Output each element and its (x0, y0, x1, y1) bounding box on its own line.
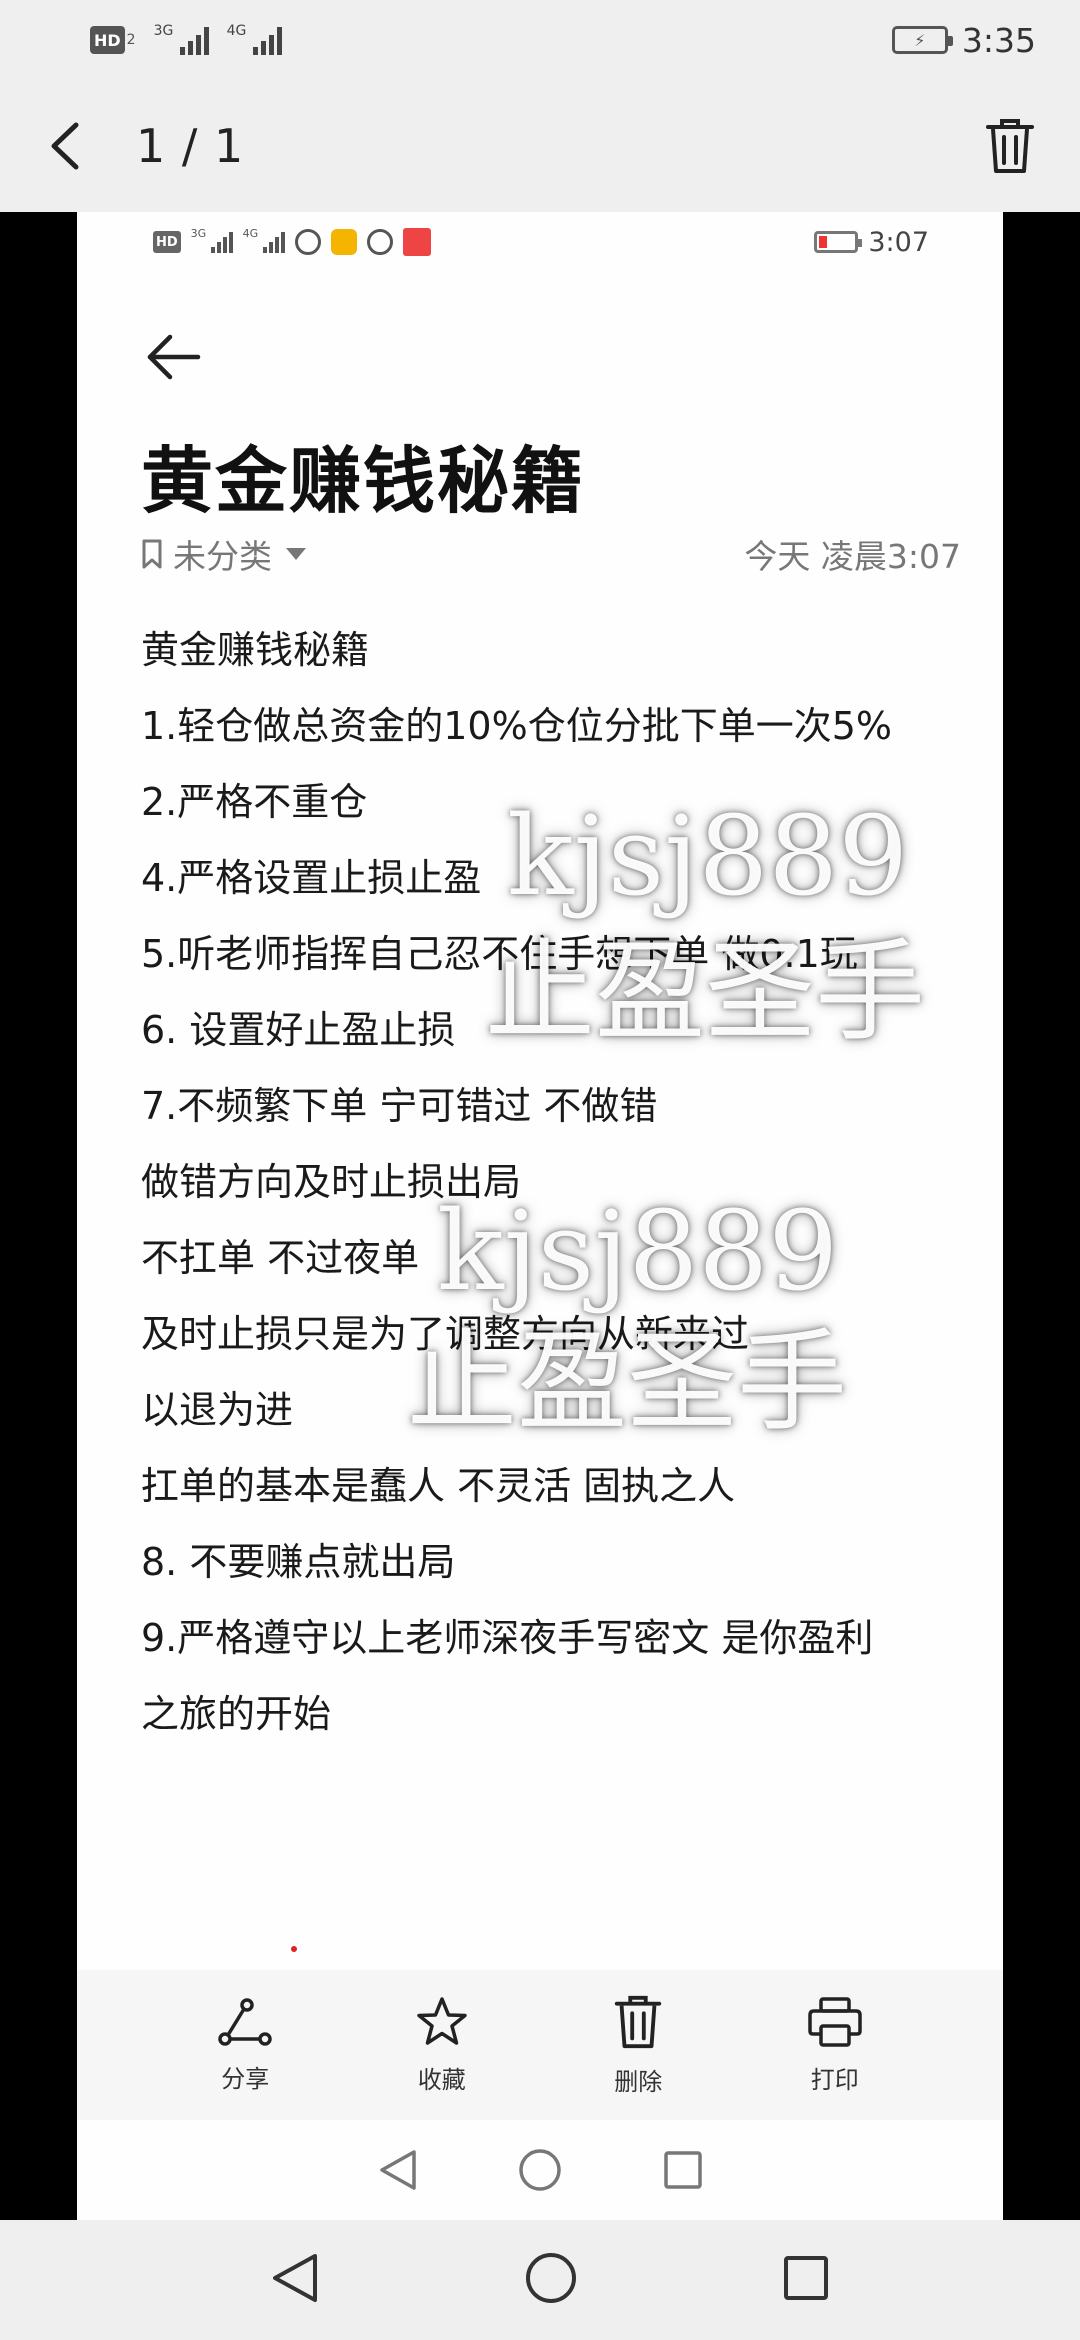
note-line: 4.严格设置止损止盈 (141, 856, 482, 900)
status-right: ⚡ 3:35 (891, 20, 1036, 60)
viewer-back-button[interactable] (40, 116, 90, 176)
viewer-delete-button[interactable] (980, 114, 1040, 178)
cursor-dot (291, 1946, 297, 1952)
note-line: 5.听老师指挥自己忍不住手想下单 做0.1玩 (141, 932, 858, 976)
note-line: 不扛单 不过夜单 (141, 1236, 420, 1280)
arrow-left-icon (147, 334, 201, 380)
nav-back-icon (379, 2150, 416, 2190)
nav-home-icon (526, 2253, 576, 2303)
navigation-bar (0, 2220, 1080, 2340)
screenshot-image: HD 3G 4G 3:07 黄金赚钱秘籍 未分类 今天 凌晨3:07 黄金赚钱秘… (77, 212, 1003, 2220)
inner-battery-low-icon (814, 231, 863, 253)
inner-status-time: 3:07 (868, 226, 929, 258)
print-button[interactable]: 打印 (775, 1996, 895, 2095)
note-line: 8. 不要赚点就出局 (141, 1540, 456, 1584)
nav-recents-icon (784, 2256, 828, 2300)
delete-label: 删除 (614, 2067, 663, 2096)
chevron-left-icon (51, 122, 79, 170)
note-line: 做错方向及时止损出局 (141, 1160, 522, 1204)
note-line: 及时止损只是为了调整方向从新来过 (141, 1312, 750, 1356)
nav-back-icon (273, 2254, 317, 2302)
note-line: 黄金赚钱秘籍 (141, 628, 370, 672)
note-line: 扛单的基本是蠢人 不灵活 固执之人 (141, 1464, 736, 1508)
note-body[interactable]: 黄金赚钱秘籍 1.轻仓做总资金的10%仓位分批下单一次5% 2.严格不重仓 4.… (141, 612, 971, 1752)
hd-icon: HD 2 (90, 26, 136, 54)
app-notification-icon (330, 229, 357, 255)
signal-3g-icon: 3G (154, 23, 209, 55)
note-title: 黄金赚钱秘籍 (141, 439, 586, 523)
favorite-label: 收藏 (417, 2065, 466, 2094)
note-line: 之旅的开始 (141, 1692, 332, 1736)
note-timestamp: 今天 凌晨3:07 (744, 537, 961, 576)
delete-button[interactable]: 删除 (578, 1994, 698, 2097)
nav-recents-button[interactable] (782, 2254, 830, 2306)
viewer-toolbar: 1 / 1 (0, 80, 1080, 212)
bookmark-icon (142, 539, 162, 569)
note-line: 2.严格不重仓 (141, 780, 368, 824)
note-back-button[interactable] (139, 322, 209, 392)
note-meta: 未分类 今天 凌晨3:07 (141, 530, 961, 578)
app-notification-icon (402, 228, 431, 256)
status-left: HD 2 3G 4G (90, 23, 282, 55)
image-counter: 1 / 1 (136, 119, 245, 173)
note-line: 1.轻仓做总资金的10%仓位分批下单一次5% (141, 704, 893, 748)
status-bar: HD 2 3G 4G ⚡ 3:35 (0, 0, 1080, 80)
app-notification-icon (294, 229, 321, 255)
nav-back-button[interactable] (270, 2252, 320, 2308)
favorite-button[interactable]: 收藏 (382, 1996, 502, 2095)
note-line: 9.严格遵守以上老师深夜手写密文 是你盈利 (141, 1616, 874, 1660)
star-icon (417, 1996, 467, 2045)
share-button[interactable]: 分享 (185, 1997, 305, 2094)
inner-signal-3g-icon: 3G (191, 227, 233, 253)
share-label: 分享 (221, 2064, 270, 2093)
category-dropdown[interactable]: 未分类 (141, 530, 306, 578)
printer-icon (808, 1996, 862, 2047)
battery-charging-icon: ⚡ (891, 26, 953, 54)
share-icon (218, 1997, 272, 2046)
inner-hd-icon: HD (153, 231, 181, 253)
trash-icon (986, 119, 1034, 173)
inner-signal-4g-icon: 4G (243, 227, 285, 253)
category-label: 未分类 (173, 537, 272, 576)
signal-4g-icon: 4G (227, 23, 282, 55)
app-notification-icon (366, 229, 393, 255)
status-time: 3:35 (961, 20, 1036, 60)
note-line: 以退为进 (141, 1388, 294, 1432)
nav-home-button[interactable] (524, 2251, 578, 2309)
nav-recents-icon (663, 2151, 702, 2189)
trash-icon (615, 1995, 662, 2048)
note-line: 7.不频繁下单 宁可错过 不做错 (141, 1084, 658, 1128)
note-line: 6. 设置好止盈止损 (141, 1008, 456, 1052)
caret-down-icon (286, 548, 306, 560)
inner-navigation-bar (77, 2120, 1003, 2220)
print-label: 打印 (810, 2065, 859, 2094)
nav-home-icon (519, 2149, 561, 2191)
note-action-bar: 分享 收藏 删除 打印 (77, 1970, 1003, 2120)
inner-status-bar: HD 3G 4G 3:07 (77, 212, 1003, 272)
